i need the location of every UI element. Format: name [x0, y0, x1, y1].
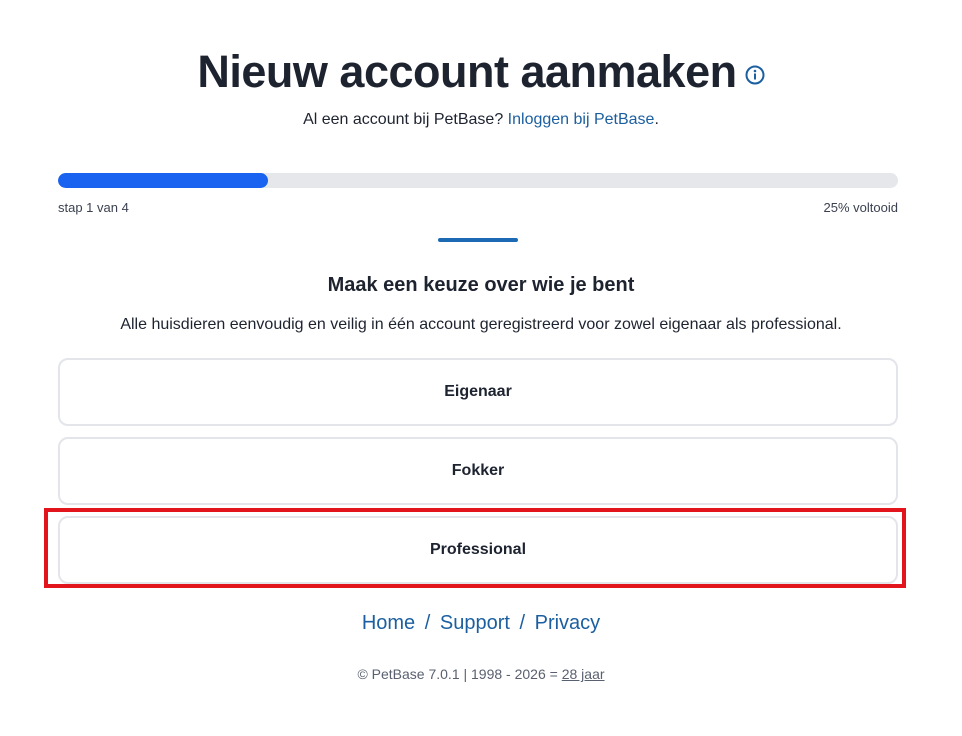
option-fokker-button[interactable]: Fokker [58, 437, 898, 505]
footer-links: Home / Support / Privacy [0, 612, 962, 635]
info-circle-icon[interactable] [745, 65, 765, 85]
step-label: stap 1 van 4 [58, 200, 129, 215]
footer-link-privacy[interactable]: Privacy [535, 612, 601, 634]
footer-separator: / [519, 612, 526, 634]
section-title: Maak een keuze over wie je bent [327, 274, 635, 296]
option-label: Professional [429, 541, 527, 558]
login-prompt-text: Al een account bij PetBase? [303, 111, 504, 128]
login-link[interactable]: Inloggen bij PetBase [508, 111, 655, 128]
option-label: Eigenaar [444, 383, 512, 400]
login-prompt-suffix: . [654, 111, 659, 128]
option-label: Fokker [451, 462, 505, 479]
progress-fill [58, 173, 268, 188]
copyright-years: 28 jaar [561, 666, 605, 682]
option-professional-button[interactable]: Professional [58, 516, 898, 584]
footer-link-home[interactable]: Home [362, 612, 415, 634]
progress-bar [58, 173, 898, 188]
copyright-text: © PetBase 7.0.1 | 1998 - 2026 = [357, 666, 558, 682]
login-prompt: Al een account bij PetBase? Inloggen bij… [0, 111, 962, 129]
percent-complete-label: 25% voltooid [823, 200, 898, 215]
title-row: Nieuw account aanmaken [0, 44, 962, 100]
page-title: Nieuw account aanmaken [197, 46, 737, 97]
footer-link-support[interactable]: Support [440, 612, 510, 634]
option-eigenaar-button[interactable]: Eigenaar [58, 358, 898, 426]
section-description: Alle huisdieren eenvoudig en veilig in é… [120, 316, 842, 333]
signup-page: Nieuw account aanmaken Al een account bi… [0, 0, 962, 736]
copyright: © PetBase 7.0.1 | 1998 - 2026 = 28 jaar [0, 666, 962, 682]
section-divider [438, 238, 518, 242]
footer-separator: / [424, 612, 431, 634]
